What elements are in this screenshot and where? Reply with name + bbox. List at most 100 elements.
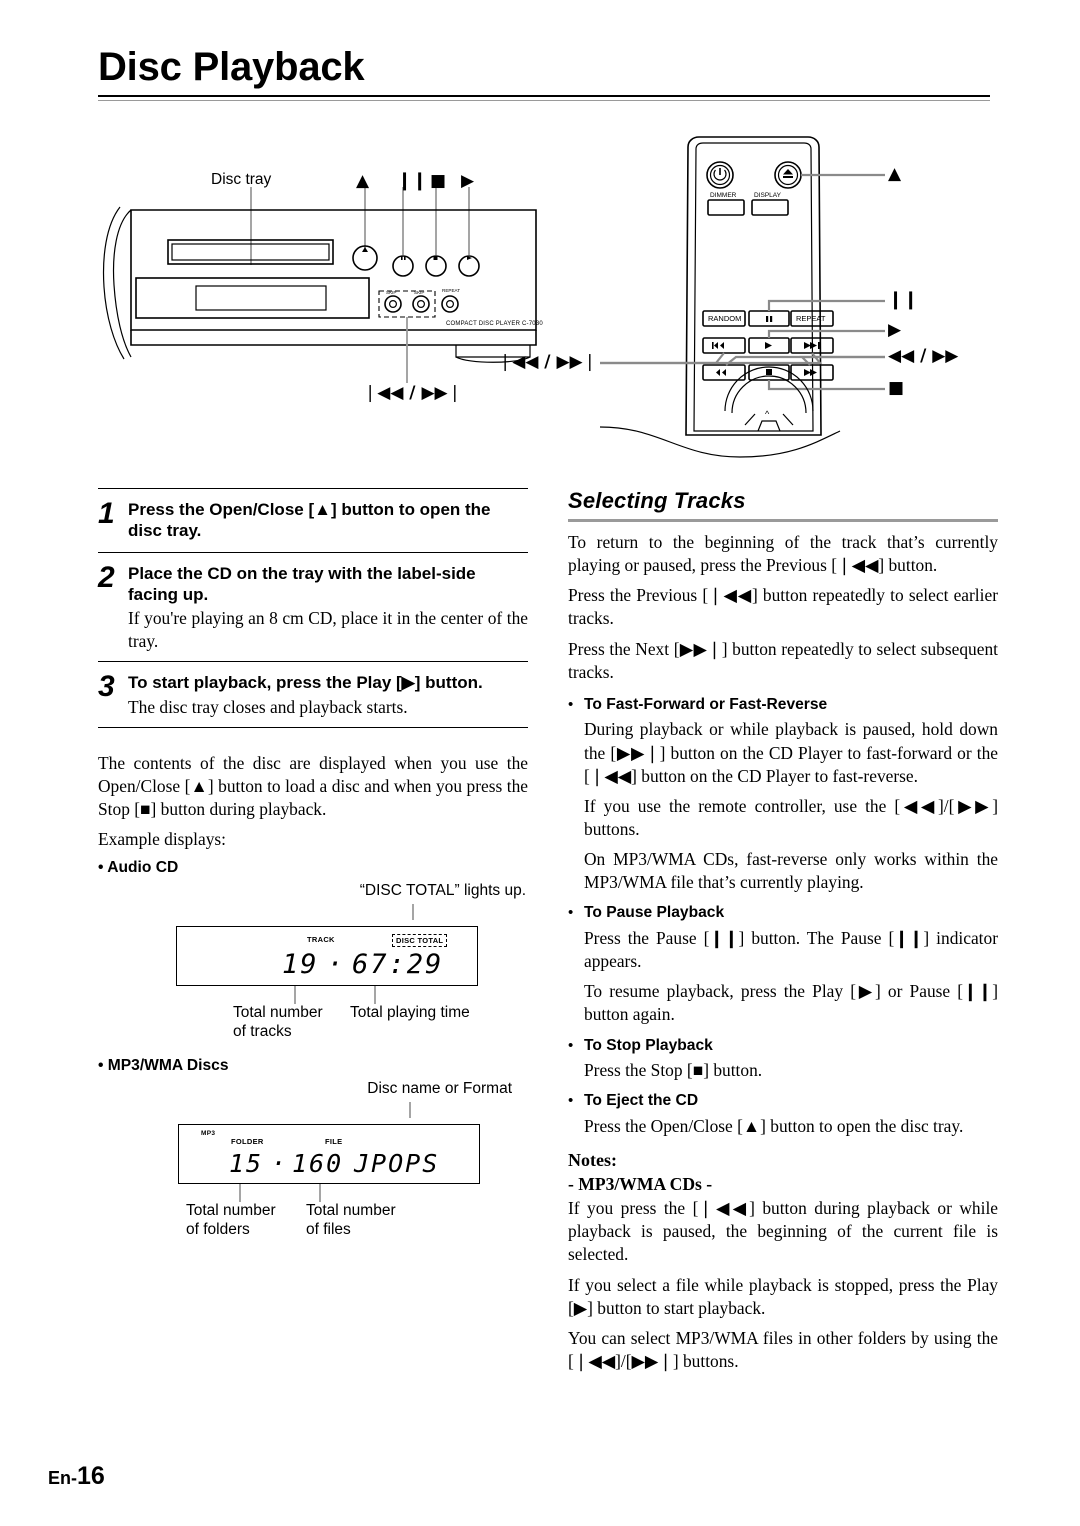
step-heading: Place the CD on the tray with the label-…	[128, 563, 476, 604]
step-number: 2	[98, 560, 115, 594]
files-caption-line1: Total number	[306, 1201, 396, 1219]
bullet-dot: •	[568, 904, 574, 922]
disc-name-caption: Disc name or Format	[367, 1079, 512, 1097]
svg-text:REPEAT: REPEAT	[796, 314, 826, 323]
svg-text:^: ^	[765, 409, 770, 419]
file-indicator: FILE	[325, 1136, 343, 1146]
bullet-dot: •	[568, 695, 574, 713]
bullet-block: • To Pause Playback Press the Pause [❙❙]…	[568, 902, 998, 1026]
footer-page-number: 16	[77, 1462, 105, 1490]
section-heading: Selecting Tracks	[568, 488, 746, 513]
folders-caption-line2: of folders	[186, 1220, 250, 1238]
time-caption-line1: Total playing time	[350, 1003, 470, 1021]
paragraph: Press the Next [▶▶❘] button repeatedly t…	[568, 638, 998, 682]
step-number: 3	[98, 670, 115, 704]
svg-text:DIMMER: DIMMER	[710, 192, 737, 199]
disc-total-caption: “DISC TOTAL” lights up.	[359, 881, 526, 899]
bullet-heading: To Stop Playback	[584, 1036, 713, 1054]
step-item: 3 To start playback, press the Play [▶] …	[98, 662, 528, 726]
folders-caption-line1: Total number	[186, 1201, 276, 1219]
svg-text:SKIP: SKIP	[414, 290, 424, 295]
remote-eject-callout: ▲	[888, 164, 902, 184]
pause-icon-callout: ❙❙	[397, 170, 428, 191]
bullet-dot: •	[568, 1036, 574, 1054]
bullet-paragraph: If you use the remote controller, use th…	[584, 795, 998, 840]
notes-paragraph: If you select a file while playback is s…	[568, 1274, 998, 1318]
eject-icon-callout: ▲	[356, 171, 370, 191]
value-separator: ·	[271, 1148, 289, 1178]
remote-pause-callout: ❙❙	[888, 289, 919, 310]
left-column: 1 Press the Open/Close [▲] button to ope…	[98, 488, 528, 1246]
stop-icon-callout: ■	[430, 171, 447, 191]
folder-count-value: 15	[229, 1148, 264, 1178]
files-caption-line2: of files	[306, 1220, 351, 1238]
step-item: 1 Press the Open/Close [▲] button to ope…	[98, 489, 528, 552]
bullet-block: • To Stop Playback Press the Stop [■] bu…	[568, 1035, 998, 1083]
disc-tray-label: Disc tray	[211, 171, 272, 188]
figure-area: SKIP SKIP REPEAT COMPACT DISC PLAYER C-7…	[98, 135, 990, 470]
value-separator: ·	[327, 948, 346, 980]
tracks-caption-line1: Total number	[233, 1003, 323, 1021]
bullet-heading: To Fast-Forward or Fast-Reverse	[584, 695, 828, 713]
total-time-value: 67:29	[352, 948, 444, 980]
disc-name-value: JPOPS	[354, 1148, 440, 1178]
notes-paragraph: If you press the [❘◀◀] button during pla…	[568, 1198, 998, 1265]
bullet-paragraph: Press the Open/Close [▲] button to open …	[584, 1115, 964, 1136]
bullet-block: • To Fast-Forward or Fast-Reverse During…	[568, 694, 998, 895]
mp3-wma-display: MP3 FOLDER FILE 15 · 160 JPOPS Total num…	[98, 1123, 528, 1246]
bullet-paragraph: During playback or while playback is pau…	[584, 719, 998, 786]
bullet-paragraph: On MP3/WMA CDs, fast-reverse only works …	[584, 849, 998, 893]
skip-icon-callout: ❘◀◀ / ▶▶❘	[363, 383, 462, 403]
title-divider	[98, 95, 990, 101]
remote-skip-callout: ❘◀◀ / ▶▶❘	[498, 352, 597, 372]
bullet-paragraph: To resume playback, press the Play [▶] o…	[584, 981, 998, 1025]
paragraph: To return to the beginning of the track …	[568, 532, 998, 576]
mp3-wma-bullet: • MP3/WMA Discs	[98, 1056, 229, 1074]
file-count-value: 160	[292, 1148, 344, 1178]
paragraph: Press the Previous [❘◀◀] button repeated…	[568, 585, 998, 629]
notes-heading: Notes:	[568, 1150, 617, 1171]
track-indicator: TRACK	[307, 934, 335, 944]
page-footer: En-16	[48, 1462, 105, 1491]
bullet-paragraph: Press the Pause [❙❙] button. The Pause […	[584, 928, 998, 972]
track-count-value: 19	[282, 948, 319, 980]
remote-fast-callout: ◀◀ / ▶▶	[888, 346, 959, 366]
bullet-dot: •	[568, 1092, 574, 1110]
notes-subheading: - MP3/WMA CDs -	[568, 1174, 713, 1195]
audio-cd-display: TRACK DISC TOTAL 19 · 67:29 Total number…	[98, 925, 528, 1046]
remote-stop-callout: ■	[888, 378, 905, 398]
folder-indicator: FOLDER	[231, 1136, 264, 1146]
intro-paragraph: The contents of the disc are displayed w…	[98, 752, 528, 819]
mp3-indicator: MP3	[201, 1129, 216, 1137]
step-number: 1	[98, 497, 115, 530]
svg-text:REPEAT: REPEAT	[442, 288, 460, 293]
cd-player-diagram: SKIP SKIP REPEAT COMPACT DISC PLAYER C-7…	[102, 187, 543, 383]
page-header: Disc Playback	[98, 46, 990, 101]
bullet-block: • To Eject the CD Press the Open/Close […	[568, 1090, 998, 1138]
disc-total-indicator: DISC TOTAL	[392, 933, 448, 947]
right-column: Selecting Tracks To return to the beginn…	[568, 488, 998, 1380]
section-divider	[568, 519, 998, 522]
play-icon-callout: ▶	[461, 171, 475, 191]
player-model-text: COMPACT DISC PLAYER C-7030	[446, 321, 543, 327]
bullet-paragraph: Press the Stop [■] button.	[584, 1060, 763, 1081]
manual-page: Disc Playback SKIP SKIP REPEAT COMPACT D…	[0, 0, 1080, 1526]
tracks-caption-line2: of tracks	[233, 1022, 292, 1040]
step-body: If you're playing an 8 cm CD, place it i…	[128, 608, 528, 652]
notes-paragraph: You can select MP3/WMA files in other fo…	[568, 1327, 998, 1371]
step-item: 2 Place the CD on the tray with the labe…	[98, 553, 528, 662]
svg-text:RANDOM: RANDOM	[708, 314, 741, 323]
step-body: The disc tray closes and playback starts…	[128, 696, 408, 717]
example-displays-label: Example displays:	[98, 829, 226, 850]
footer-prefix: En-	[48, 1468, 77, 1488]
bullet-heading: To Pause Playback	[584, 904, 725, 922]
audio-cd-bullet: • Audio CD	[98, 859, 179, 877]
step-heading: Press the Open/Close [▲] button to open …	[128, 500, 491, 541]
remote-play-callout: ▶	[888, 320, 902, 340]
bullet-heading: To Eject the CD	[584, 1092, 699, 1110]
step-heading: To start playback, press the Play [▶] bu…	[128, 673, 483, 693]
svg-text:DISPLAY: DISPLAY	[754, 192, 782, 199]
step-divider	[98, 726, 528, 728]
svg-text:SKIP: SKIP	[386, 290, 396, 295]
page-title: Disc Playback	[98, 45, 365, 89]
